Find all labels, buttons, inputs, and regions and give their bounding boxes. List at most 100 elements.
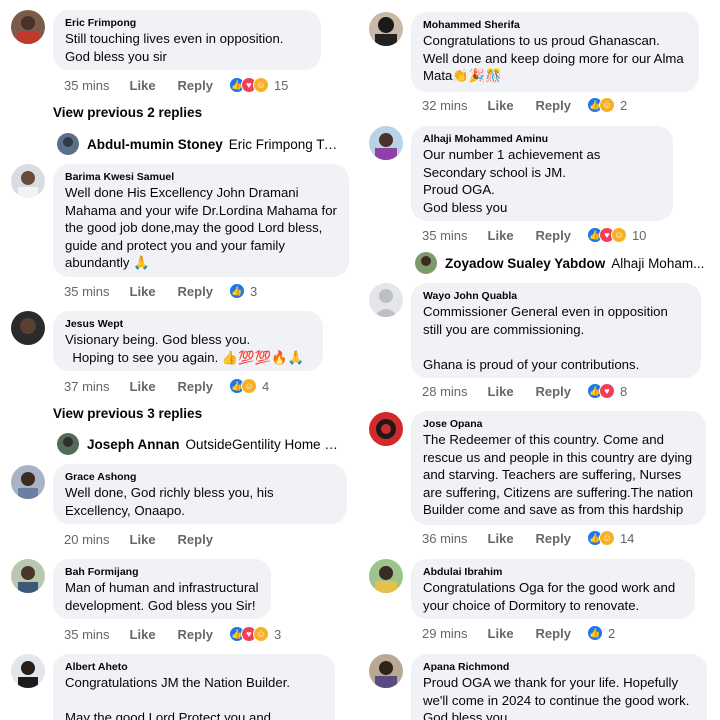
comment-time[interactable]: 28 mins bbox=[422, 384, 468, 399]
haha-reaction-icon: ☺ bbox=[598, 97, 615, 113]
comment-text: Visionary being. God bless you. Hoping t… bbox=[65, 332, 304, 365]
reply-preview[interactable]: Zoyadow Sualey Yabdow Alhaji Moham... bbox=[415, 252, 705, 274]
like-button[interactable]: Like bbox=[130, 627, 156, 642]
comment-author[interactable]: Apana Richmond bbox=[423, 660, 695, 674]
comment-time[interactable]: 35 mins bbox=[422, 228, 468, 243]
comment-actions: 20 mins Like Reply bbox=[64, 529, 235, 549]
avatar[interactable] bbox=[369, 559, 403, 593]
comment-time[interactable]: 29 mins bbox=[422, 626, 468, 641]
comment-time[interactable]: 20 mins bbox=[64, 532, 110, 547]
comment-time[interactable]: 36 mins bbox=[422, 531, 468, 546]
like-button[interactable]: Like bbox=[488, 626, 514, 641]
right-column: Mohammed Sherifa Congratulations to us p… bbox=[360, 0, 720, 720]
comment-actions: 28 mins Like Reply 👍 ♥ 8 bbox=[422, 381, 627, 401]
avatar[interactable] bbox=[11, 164, 45, 198]
like-button[interactable]: Like bbox=[130, 284, 156, 299]
comment-author[interactable]: Grace Ashong bbox=[65, 470, 335, 484]
comment-text: Well done His Excellency John Dramani Ma… bbox=[65, 185, 341, 270]
reaction-summary[interactable]: 👍 2 bbox=[586, 625, 615, 641]
reply-button[interactable]: Reply bbox=[536, 626, 571, 641]
reply-button[interactable]: Reply bbox=[536, 228, 571, 243]
comment-time[interactable]: 37 mins bbox=[64, 379, 110, 394]
haha-reaction-icon: ☺ bbox=[610, 227, 627, 243]
avatar[interactable] bbox=[369, 126, 403, 160]
avatar[interactable] bbox=[369, 654, 403, 688]
comment-text: Congratulations to us proud Ghanascan. W… bbox=[423, 33, 688, 83]
comment-bubble: Apana Richmond Proud OGA we thank for yo… bbox=[411, 654, 707, 720]
comment-time[interactable]: 32 mins bbox=[422, 98, 468, 113]
comment-bubble: Jose Opana The Redeemer of this country.… bbox=[411, 411, 706, 525]
reaction-count: 15 bbox=[273, 77, 289, 93]
reply-button[interactable]: Reply bbox=[178, 379, 213, 394]
comment-author[interactable]: Jose Opana bbox=[423, 417, 694, 431]
comment-author[interactable]: Jesus Wept bbox=[65, 317, 311, 331]
reply-button[interactable]: Reply bbox=[178, 627, 213, 642]
like-button[interactable]: Like bbox=[488, 384, 514, 399]
reply-button[interactable]: Reply bbox=[178, 78, 213, 93]
avatar[interactable] bbox=[11, 654, 45, 688]
comment-time[interactable]: 35 mins bbox=[64, 78, 110, 93]
reply-author: Zoyadow Sualey Yabdow bbox=[445, 255, 606, 271]
comment-text: Our number 1 achievement as Secondary sc… bbox=[423, 147, 601, 215]
haha-reaction-icon: ☺ bbox=[252, 77, 269, 93]
comment-author[interactable]: Mohammed Sherifa bbox=[423, 18, 687, 32]
view-previous-replies-link[interactable]: View previous 3 replies bbox=[53, 406, 202, 421]
avatar bbox=[57, 133, 79, 155]
comment-text: Commissioner General even in opposition … bbox=[423, 304, 668, 372]
haha-reaction-icon: ☺ bbox=[240, 378, 257, 394]
comment-bubble: Barima Kwesi Samuel Well done His Excell… bbox=[53, 164, 349, 277]
comment-author[interactable]: Alhaji Mohammed Aminu bbox=[423, 132, 661, 146]
avatar bbox=[415, 252, 437, 274]
avatar bbox=[57, 433, 79, 455]
reply-author: Joseph Annan bbox=[87, 436, 180, 452]
comment-author[interactable]: Eric Frimpong bbox=[65, 16, 309, 30]
reaction-count: 8 bbox=[619, 383, 628, 399]
view-previous-replies-link[interactable]: View previous 2 replies bbox=[53, 105, 202, 120]
comment-author[interactable]: Barima Kwesi Samuel bbox=[65, 170, 337, 184]
comment-bubble: Abdulai Ibrahim Congratulations Oga for … bbox=[411, 559, 695, 619]
like-button[interactable]: Like bbox=[488, 98, 514, 113]
avatar[interactable] bbox=[11, 10, 45, 44]
reply-button[interactable]: Reply bbox=[536, 384, 571, 399]
reaction-summary[interactable]: 👍 ☺ 2 bbox=[586, 97, 627, 113]
reaction-summary[interactable]: 👍 ♥ ☺ 10 bbox=[586, 227, 647, 243]
reaction-summary[interactable]: 👍 ♥ ☺ 3 bbox=[228, 626, 281, 642]
reaction-count: 14 bbox=[619, 530, 635, 546]
avatar[interactable] bbox=[11, 559, 45, 593]
comment-author[interactable]: Albert Aheto bbox=[65, 660, 323, 674]
comment-text: Congratulations JM the Nation Builder. M… bbox=[65, 675, 291, 720]
like-button[interactable]: Like bbox=[488, 531, 514, 546]
reaction-summary[interactable]: 👍 ♥ 8 bbox=[586, 383, 628, 399]
comment-text: Still touching lives even in opposition.… bbox=[65, 31, 288, 64]
reaction-count: 10 bbox=[631, 227, 647, 243]
reaction-summary[interactable]: 👍 ♥ ☺ 15 bbox=[228, 77, 289, 93]
reaction-summary[interactable]: 👍 ☺ 4 bbox=[228, 378, 269, 394]
comment-time[interactable]: 35 mins bbox=[64, 284, 110, 299]
like-button[interactable]: Like bbox=[130, 78, 156, 93]
like-button[interactable]: Like bbox=[130, 532, 156, 547]
reply-text: Eric Frimpong Twe... bbox=[228, 136, 342, 152]
like-reaction-icon: 👍 bbox=[228, 283, 245, 299]
haha-reaction-icon: ☺ bbox=[252, 626, 269, 642]
reply-preview[interactable]: Abdul-mumin Stoney Eric Frimpong Twe... bbox=[57, 133, 342, 155]
avatar[interactable] bbox=[11, 311, 45, 345]
avatar[interactable] bbox=[369, 412, 403, 446]
reply-button[interactable]: Reply bbox=[178, 284, 213, 299]
reply-preview[interactable]: Joseph Annan OutsideGentility Home Cry..… bbox=[57, 433, 342, 455]
reply-button[interactable]: Reply bbox=[536, 98, 571, 113]
comment-text: The Redeemer of this country. Come and r… bbox=[423, 432, 697, 517]
reaction-summary[interactable]: 👍 ☺ 14 bbox=[586, 530, 635, 546]
avatar[interactable] bbox=[11, 465, 45, 499]
like-button[interactable]: Like bbox=[130, 379, 156, 394]
comment-author[interactable]: Wayo John Quabla bbox=[423, 289, 689, 303]
like-button[interactable]: Like bbox=[488, 228, 514, 243]
comment-time[interactable]: 35 mins bbox=[64, 627, 110, 642]
comment-actions: 35 mins Like Reply 👍 ♥ ☺ 10 bbox=[422, 225, 646, 245]
avatar[interactable] bbox=[369, 283, 403, 317]
avatar[interactable] bbox=[369, 12, 403, 46]
comment-author[interactable]: Abdulai Ibrahim bbox=[423, 565, 683, 579]
reply-button[interactable]: Reply bbox=[536, 531, 571, 546]
reaction-summary[interactable]: 👍 3 bbox=[228, 283, 257, 299]
comment-author[interactable]: Bah Formijang bbox=[65, 565, 259, 579]
reply-button[interactable]: Reply bbox=[178, 532, 213, 547]
